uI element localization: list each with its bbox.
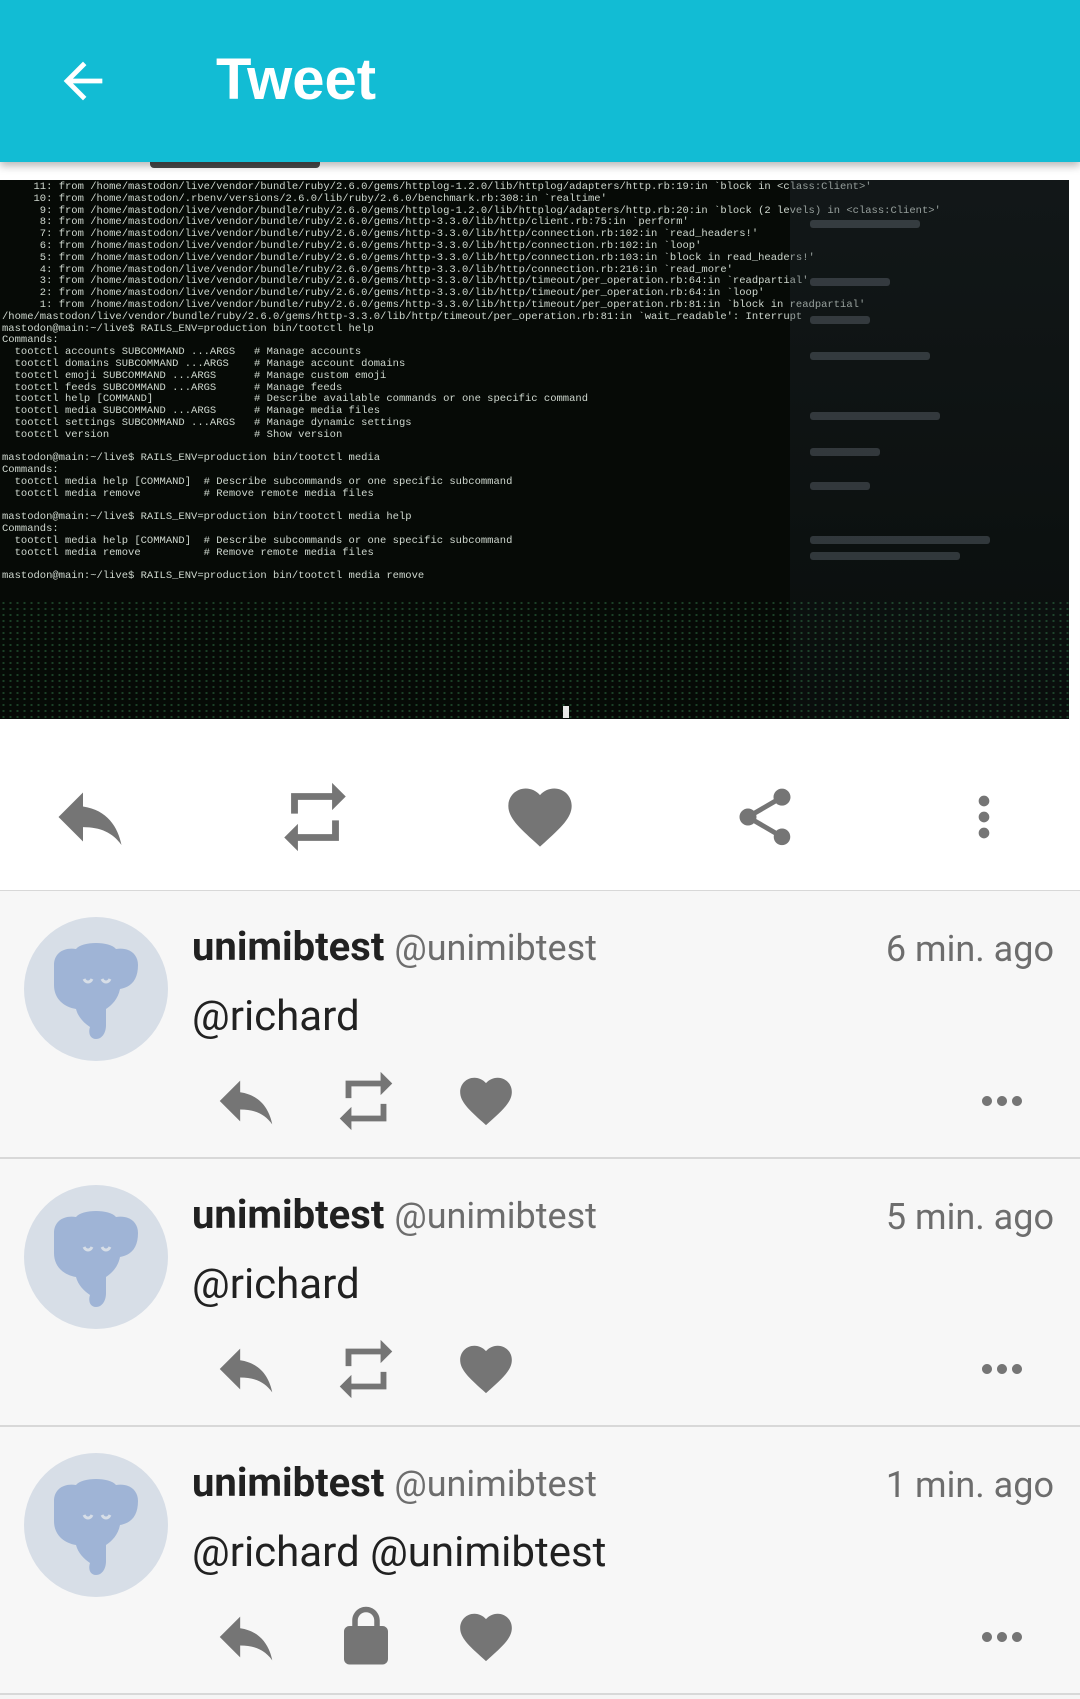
more-horiz-icon <box>972 1071 1032 1131</box>
favourite-icon <box>455 1070 517 1132</box>
more-options-button[interactable] <box>934 752 1034 882</box>
boost-icon <box>274 776 356 858</box>
share-icon <box>731 783 799 851</box>
media-dot-pattern <box>0 600 1069 719</box>
favourite-button[interactable] <box>446 1334 526 1404</box>
status-text-peek <box>0 162 1080 182</box>
app-bar: Tweet <box>0 0 1080 162</box>
elephant-avatar-icon <box>54 943 138 1039</box>
more-options-button[interactable] <box>962 1602 1042 1672</box>
media-attachment[interactable]: 11: from /home/mastodon/live/vendor/bund… <box>0 180 1069 719</box>
elephant-avatar-icon <box>54 1479 138 1575</box>
elephant-avatar-icon <box>54 1211 138 1307</box>
boost-disabled-button <box>326 1602 406 1672</box>
display-name[interactable]: unimibtest @unimibtest <box>192 1191 597 1240</box>
display-name[interactable]: unimibtest @unimibtest <box>192 923 597 972</box>
more-horiz-icon <box>972 1607 1032 1667</box>
lock-icon <box>333 1604 399 1670</box>
page-title: Tweet <box>216 47 377 112</box>
reply-item[interactable]: unimibtest @unimibtest 6 min. ago @richar… <box>0 891 1080 1159</box>
reply-item[interactable]: unimibtest @unimibtest 5 min. ago @richar… <box>0 1159 1080 1427</box>
reply-content[interactable]: @richard @unimibtest <box>192 1527 606 1579</box>
reply-button[interactable] <box>206 1334 286 1404</box>
status-action-bar <box>0 752 1080 882</box>
display-name[interactable]: unimibtest @unimibtest <box>192 1459 597 1508</box>
terminal-cursor <box>563 706 569 718</box>
favourite-button[interactable] <box>446 1066 526 1136</box>
username-handle: @unimibtest <box>394 1195 597 1237</box>
reply-icon <box>211 1334 281 1404</box>
favourite-icon <box>455 1338 517 1400</box>
avatar[interactable] <box>24 917 168 1061</box>
username-handle: @unimibtest <box>394 927 597 969</box>
boost-button[interactable] <box>326 1066 406 1136</box>
timestamp: 1 min. ago <box>885 1464 1054 1506</box>
reply-item[interactable]: unimibtest @unimibtest 1 min. ago @richar… <box>0 1427 1080 1695</box>
boost-icon <box>331 1066 401 1136</box>
reply-button[interactable] <box>206 1066 286 1136</box>
more-options-button[interactable] <box>962 1334 1042 1404</box>
boost-button[interactable] <box>265 752 365 882</box>
reply-content[interactable]: @richard <box>192 1259 360 1311</box>
reply-icon <box>211 1602 281 1672</box>
reply-icon <box>48 775 132 859</box>
reply-button[interactable] <box>206 1602 286 1672</box>
favourite-icon <box>502 779 578 855</box>
reply-button[interactable] <box>40 752 140 882</box>
timestamp: 6 min. ago <box>885 928 1054 970</box>
boost-button[interactable] <box>326 1334 406 1404</box>
avatar[interactable] <box>24 1453 168 1597</box>
favourite-icon <box>455 1606 517 1668</box>
username-handle: @unimibtest <box>394 1463 597 1505</box>
arrow-back-icon[interactable] <box>54 52 112 110</box>
timestamp: 5 min. ago <box>885 1196 1054 1238</box>
boost-icon <box>331 1334 401 1404</box>
favourite-button[interactable] <box>490 752 590 882</box>
share-button[interactable] <box>715 752 815 882</box>
more-options-button[interactable] <box>962 1066 1042 1136</box>
favourite-button[interactable] <box>446 1602 526 1672</box>
more-vert-icon <box>952 785 1016 849</box>
more-horiz-icon <box>972 1339 1032 1399</box>
reply-icon <box>211 1066 281 1136</box>
avatar[interactable] <box>24 1185 168 1329</box>
reply-content[interactable]: @richard <box>192 991 360 1043</box>
status-detail: 11: from /home/mastodon/live/vendor/bund… <box>0 162 1080 892</box>
